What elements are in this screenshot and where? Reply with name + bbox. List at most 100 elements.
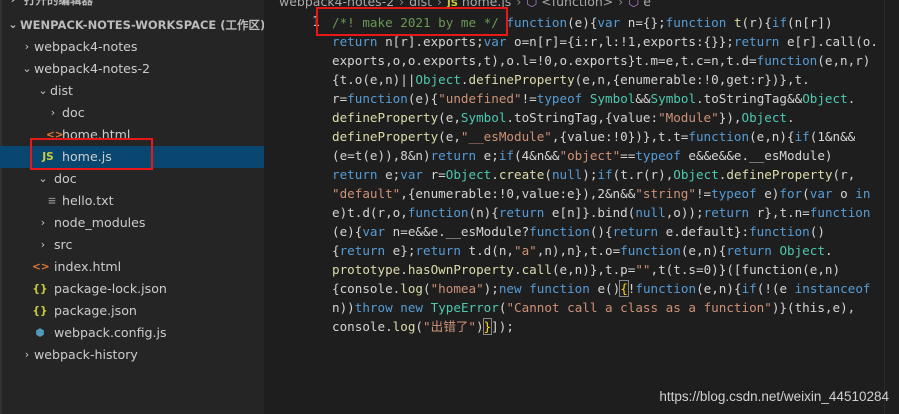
code-line[interactable]: (e=t(e)),8&n)return e;if(4&n&&"object"==…: [332, 146, 892, 165]
code-token: .: [824, 243, 833, 258]
code-token: (e,n,{enumerable:!0,get:r})},t.: [574, 72, 810, 87]
code-token: (4&n&&: [514, 148, 560, 163]
code-token: e&&e&&e.__esModule): [680, 148, 833, 163]
editor-scrollbar[interactable]: [884, 0, 899, 414]
code-token: e;: [476, 148, 499, 163]
code-line[interactable]: r=function(e){"undefined"!=typeof Symbol…: [332, 89, 892, 108]
code-editor[interactable]: webpack4-notes-2 › dist › JS home.js › ⬡ <functi…: [264, 0, 899, 414]
code-token: n={};: [620, 15, 666, 30]
tree-item-folder-webpack4-notes[interactable]: › webpack4-notes: [0, 36, 264, 58]
code-token: (e,: [438, 129, 461, 144]
code-token: (e=t(e)),8&n): [332, 148, 431, 163]
code-line[interactable]: exports,o,o.exports,t),o.l=!0,o.exports}…: [332, 51, 892, 70]
code-token: (e,n)},t.p=: [551, 262, 636, 277]
code-token: function: [809, 205, 871, 220]
code-token: {t.o(e,n)||: [332, 72, 416, 87]
tree-item-folder-dist[interactable]: ⌄ dist: [0, 80, 264, 102]
code-token: if: [597, 167, 613, 182]
breadcrumb-symbol[interactable]: e: [643, 0, 651, 9]
code-token: (: [415, 319, 424, 334]
watermark-text: https://blog.csdn.net/weixin_44510284: [659, 389, 889, 404]
code-token: (r){: [741, 15, 772, 30]
code-token: e[n]}.bind(: [544, 205, 636, 220]
tree-item-file-package-lock-json[interactable]: {} package-lock.json: [0, 278, 264, 300]
code-token: .: [847, 91, 856, 106]
tree-item-folder-src[interactable]: › src: [0, 234, 264, 256]
code-token: "string": [635, 186, 696, 201]
code-token: ,t(t.s=0)}([function(e,n): [650, 262, 841, 277]
code-line[interactable]: n))throw new TypeError("Cannot call a cl…: [332, 298, 892, 317]
code-line[interactable]: {console.log("homea");new function e(){!…: [332, 279, 892, 298]
code-token: (1&n&&: [809, 129, 856, 144]
code-token: ,n),n},t.o=: [536, 243, 621, 258]
highlight-box-comment: [316, 7, 508, 36]
code-token: (: [802, 186, 810, 201]
open-editors-section-header[interactable]: › 打开的编辑器: [0, 0, 264, 11]
code-token: null: [551, 167, 583, 182]
code-token: (e,n){: [696, 281, 742, 296]
workspace-title: WENPACK-NOTES-WORKSPACE (工作区): [20, 18, 264, 32]
code-token: t.d(n,: [460, 243, 515, 258]
code-token: "undefined": [438, 91, 522, 106]
code-token: (t.r(r),: [612, 167, 674, 182]
code-token: o=n[r]={i:r,l:!1,exports:{}};: [506, 34, 734, 49]
code-token: n=e&&e.__esModule?: [385, 224, 530, 239]
code-line[interactable]: defineProperty(e,Symbol.toStringTag,{val…: [332, 108, 892, 127]
tree-item-label: webpack4-notes: [34, 39, 138, 54]
code-token: log: [392, 319, 416, 334]
webpack-file-icon: ⬢: [35, 327, 45, 339]
text-file-icon: ≡: [47, 195, 57, 207]
code-line[interactable]: return e;var r=Object.create(null);if(t.…: [332, 165, 892, 184]
tree-item-folder-node-modules[interactable]: › node_modules: [0, 212, 264, 234]
code-token: Symbol: [589, 91, 636, 106]
tree-item-file-package-json[interactable]: {} package.json: [0, 300, 264, 322]
code-token: function: [756, 53, 818, 68]
variable-symbol-icon: ⬡: [628, 0, 640, 9]
workspace-section-header[interactable]: ⌄ WENPACK-NOTES-WORKSPACE (工作区): [0, 14, 264, 36]
code-token: .: [514, 262, 522, 277]
code-token: (n[r]): [787, 15, 833, 30]
code-line[interactable]: e)t.d(r,o,function(n){return e[n]}.bind(…: [332, 203, 892, 222]
breadcrumb-symbol[interactable]: <function>: [541, 0, 613, 9]
code-token: !=: [521, 91, 537, 106]
code-token: {: [332, 243, 340, 258]
code-line[interactable]: (e){var n=e&&e.__esModule?function(){ret…: [332, 222, 892, 241]
code-token: (!(e: [756, 281, 795, 296]
code-token: var: [809, 186, 833, 201]
code-token: function: [529, 281, 590, 296]
code-token: o: [832, 186, 856, 201]
code-token: null: [635, 205, 666, 220]
chevron-down-icon: ⌄: [38, 172, 48, 185]
code-token: if: [771, 15, 788, 30]
code-line[interactable]: "default",{enumerable:!0,value:e}),2&n&&…: [332, 184, 892, 203]
code-token: .: [491, 167, 499, 182]
code-token: e): [756, 186, 780, 201]
code-token: typeof: [635, 148, 681, 163]
code-token: e.default}:: [658, 224, 750, 239]
code-line[interactable]: {return e};return t.d(n,"a",n),n},t.o=fu…: [332, 241, 892, 260]
tree-item-file-webpack-config-js[interactable]: ⬢ webpack.config.js: [0, 322, 264, 344]
tree-item-folder-webpack-history[interactable]: › webpack-history: [0, 344, 264, 366]
breadcrumb-separator-icon: ›: [618, 0, 624, 9]
tree-item-file-index-html[interactable]: <> index.html: [0, 256, 264, 278]
code-token: {: [619, 280, 629, 297]
code-token: return: [415, 243, 461, 258]
code-token: (e,n){: [680, 243, 727, 258]
tree-item-folder-doc[interactable]: ⌄ doc: [0, 168, 264, 190]
code-line[interactable]: prototype.hasOwnProperty.call(e,n)},t.p=…: [332, 260, 892, 279]
tree-item-label: dist: [50, 83, 73, 98]
code-token: .: [460, 72, 469, 87]
tree-item-folder-doc[interactable]: › doc: [0, 102, 264, 124]
code-token: t: [733, 15, 742, 30]
code-line[interactable]: console.log("出错了")}]);: [332, 317, 892, 336]
code-line[interactable]: {t.o(e,n)||Object.defineProperty(e,n,{en…: [332, 70, 892, 89]
code-token: "default": [332, 186, 401, 201]
code-line[interactable]: defineProperty(e,"__esModule",{value:!0}…: [332, 127, 892, 146]
code-token: e)t.d(r,o,: [332, 205, 408, 220]
tree-item-file-hello-txt[interactable]: ≡ hello.txt: [0, 190, 264, 212]
tree-item-folder-webpack4-notes-2[interactable]: ⌄ webpack4-notes-2: [0, 58, 264, 80]
code-token: Symbol: [650, 91, 697, 106]
code-content[interactable]: /*! make 2021 by me */ function(e){var n…: [332, 13, 892, 336]
